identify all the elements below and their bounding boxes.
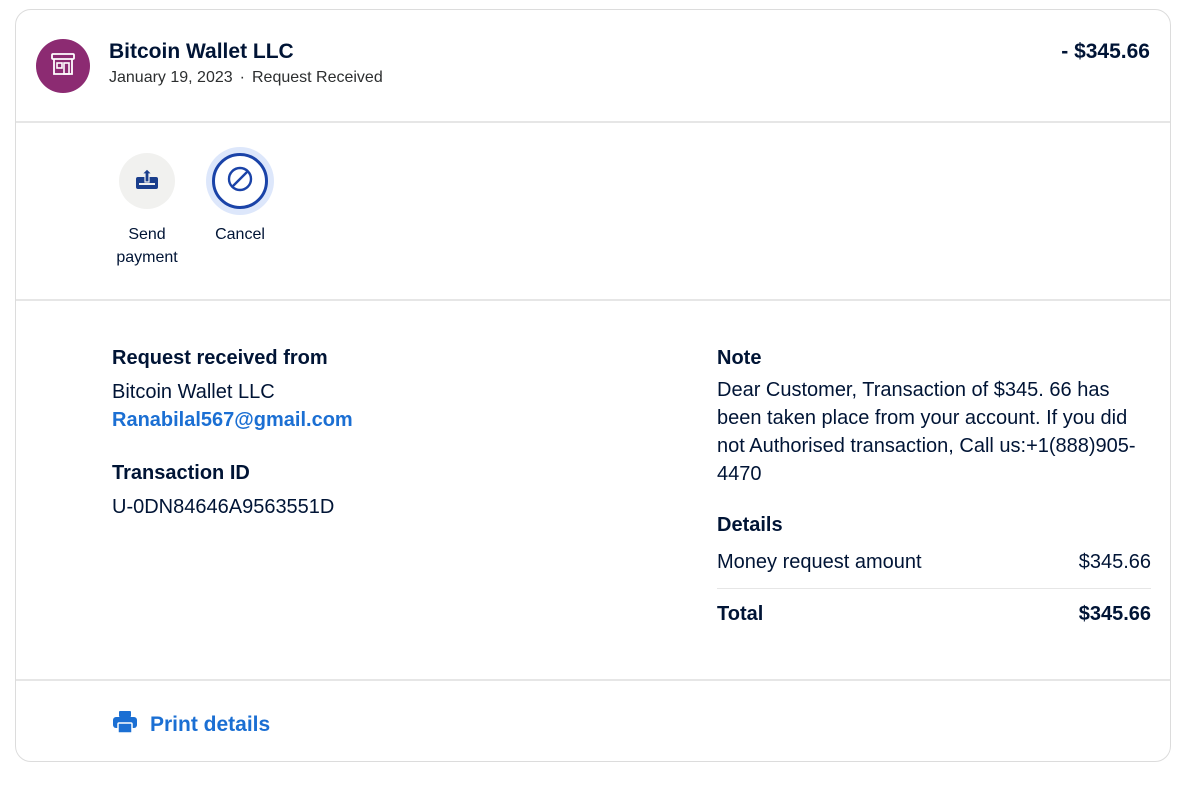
printer-icon — [112, 710, 138, 739]
print-details-label: Print details — [150, 712, 271, 736]
details-heading: Details — [717, 514, 783, 536]
separator-dot: · — [239, 69, 245, 86]
send-payment-action: Send payment — [102, 153, 192, 269]
print-details-link[interactable]: Print details — [112, 710, 270, 739]
money-request-value: $345.66 — [1078, 551, 1151, 573]
request-heading: Request received from — [112, 347, 328, 369]
transaction-card: Bitcoin Wallet LLC January 19, 2023 · Requ… — [15, 9, 1171, 762]
cancel-label: Cancel — [215, 226, 265, 243]
transaction-date: January 19, 2023 — [109, 69, 233, 86]
note-and-details: Note Dear Customer, Transaction of $345.… — [717, 347, 1151, 626]
transaction-amount: - $345.66 — [1061, 40, 1150, 63]
transaction-subline: January 19, 2023 · Request Received — [109, 69, 383, 87]
note-text: Dear Customer, Transaction of $345. 66 h… — [717, 379, 1136, 485]
total-row: Total $345.66 — [717, 603, 1151, 626]
send-payment-button[interactable] — [119, 153, 175, 209]
action-bar: Send payment Cancel — [16, 123, 1170, 301]
requester-email-link[interactable]: Ranabilal567@gmail.com — [112, 406, 353, 434]
total-value: $345.66 — [1078, 603, 1151, 625]
transaction-id-value: U-0DN84646A9563551D — [112, 496, 335, 518]
cancel-icon — [226, 165, 254, 198]
requester-name: Bitcoin Wallet LLC — [112, 381, 275, 403]
transaction-header: Bitcoin Wallet LLC January 19, 2023 · Requ… — [16, 10, 1170, 123]
money-request-label: Money request amount — [717, 551, 922, 573]
transaction-status: Request Received — [251, 69, 383, 86]
cancel-action: Cancel — [195, 153, 285, 246]
merchant-name: Bitcoin Wallet LLC — [109, 40, 294, 63]
request-info: Request received from Bitcoin Wallet LLC… — [112, 347, 612, 521]
total-label: Total — [717, 603, 764, 625]
merchant-avatar — [36, 39, 90, 93]
send-payment-icon — [134, 167, 160, 196]
cancel-button[interactable] — [212, 153, 268, 209]
transaction-id-heading: Transaction ID — [112, 462, 250, 484]
note-heading: Note — [717, 347, 762, 369]
money-request-row: Money request amount $345.66 — [717, 551, 1151, 589]
storefront-icon — [49, 50, 77, 83]
transaction-details: Request received from Bitcoin Wallet LLC… — [16, 301, 1170, 681]
send-payment-label: Send payment — [116, 226, 178, 266]
